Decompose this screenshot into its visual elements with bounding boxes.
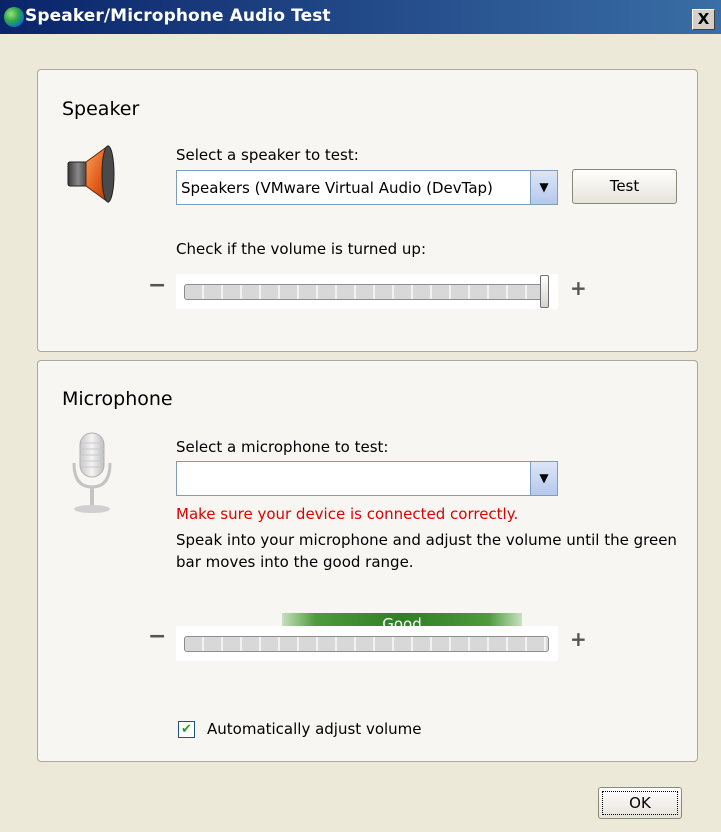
speaker-volume-thumb[interactable] xyxy=(540,275,549,308)
speaker-volume-track xyxy=(184,284,549,300)
auto-adjust-checkbox[interactable]: ✔ xyxy=(178,721,195,738)
microphone-instructions: Speak into your microphone and adjust th… xyxy=(176,531,677,571)
ok-button[interactable]: OK xyxy=(598,787,682,819)
microphone-icon xyxy=(72,432,112,513)
microphone-volume-track xyxy=(184,636,549,652)
microphone-select[interactable]: ▼ xyxy=(176,461,558,496)
window-title: Speaker/Microphone Audio Test xyxy=(25,6,331,26)
chevron-down-icon[interactable]: ▼ xyxy=(530,462,557,495)
microphone-heading: Microphone xyxy=(62,388,173,410)
speaker-icon xyxy=(67,145,115,203)
speaker-volume-label: Check if the volume is turned up: xyxy=(176,240,426,258)
chevron-down-icon[interactable]: ▼ xyxy=(530,171,557,204)
focus-outline xyxy=(602,791,678,815)
speaker-select[interactable]: Speakers (VMware Virtual Audio (DevTap) … xyxy=(176,170,558,205)
test-button[interactable]: Test xyxy=(572,169,677,204)
microphone-select-label: Select a microphone to test: xyxy=(176,438,389,456)
microphone-volume-slider[interactable] xyxy=(176,626,558,661)
speaker-volume-increase[interactable]: + xyxy=(570,276,587,300)
close-button[interactable]: X xyxy=(692,9,715,30)
microphone-volume-decrease[interactable]: − xyxy=(148,624,166,649)
title-bar[interactable]: Speaker/Microphone Audio Test X xyxy=(0,0,721,34)
globe-icon xyxy=(4,7,24,27)
speaker-select-value: Speakers (VMware Virtual Audio (DevTap) xyxy=(181,179,493,197)
auto-adjust-label[interactable]: Automatically adjust volume xyxy=(207,720,422,738)
microphone-volume-increase[interactable]: + xyxy=(570,627,587,651)
microphone-panel: Microphone Select a microphone to test: … xyxy=(37,360,698,762)
speaker-panel: Speaker Select a speaker to test: Speake… xyxy=(37,69,698,352)
speaker-volume-slider[interactable] xyxy=(176,274,558,309)
device-warning: Make sure your device is connected corre… xyxy=(176,505,519,523)
speaker-volume-decrease[interactable]: − xyxy=(148,273,166,298)
speaker-heading: Speaker xyxy=(62,98,140,120)
speaker-select-label: Select a speaker to test: xyxy=(176,146,359,164)
